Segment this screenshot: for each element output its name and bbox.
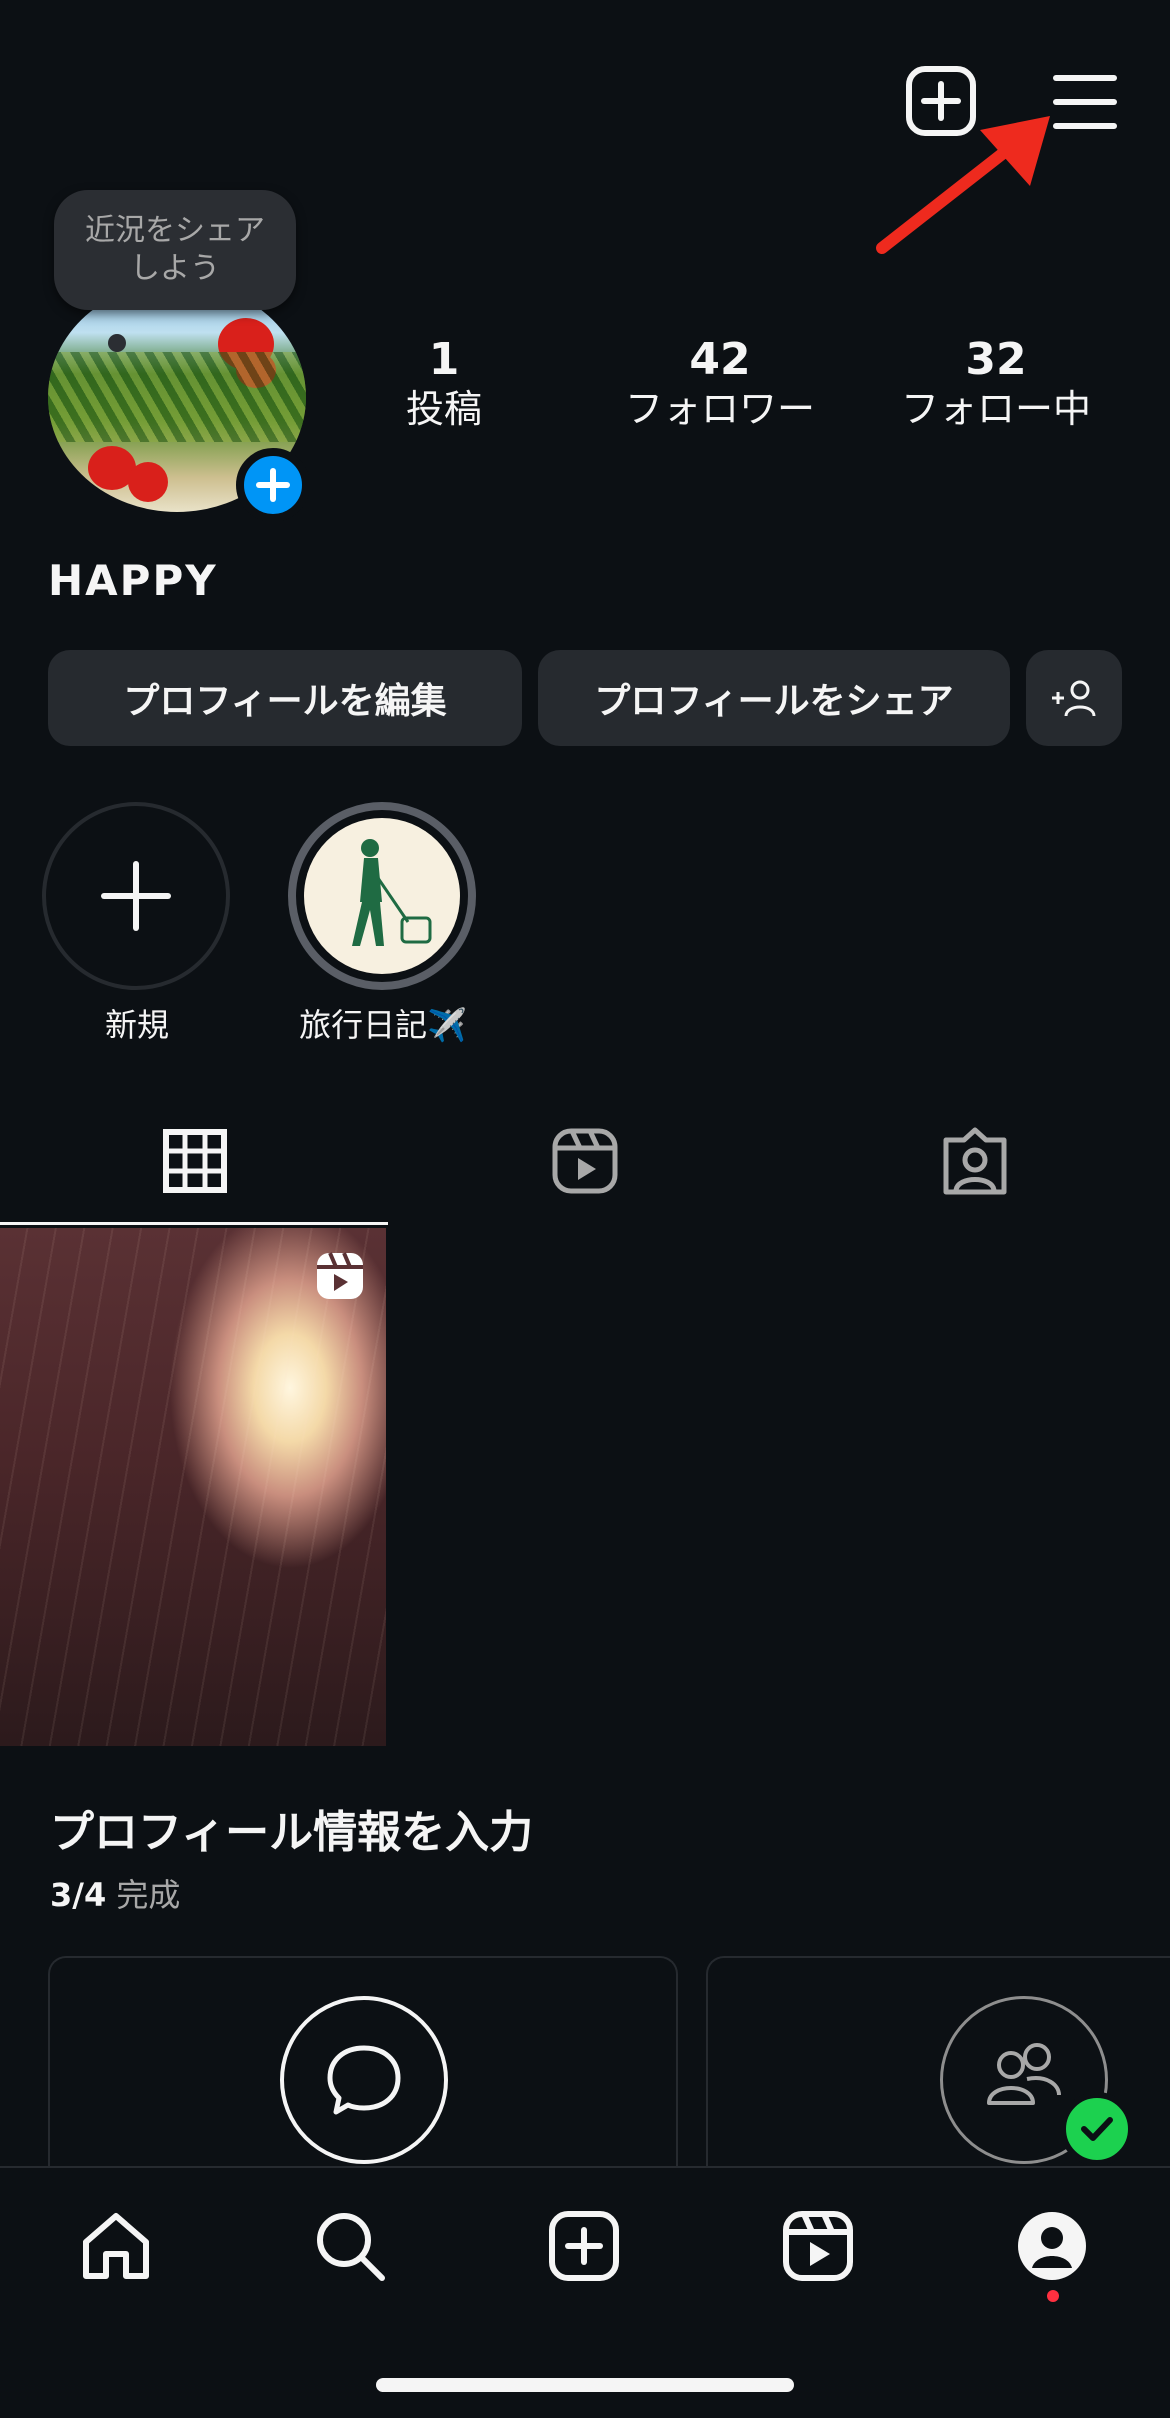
stat-posts-label: 投稿: [405, 387, 482, 431]
speech-bubble-icon: [327, 2045, 401, 2115]
completed-check-badge: [1060, 2092, 1134, 2166]
stat-followers-label: フォロワー: [624, 387, 815, 431]
profile-completion-progress: 3/4: [50, 1876, 107, 1914]
completion-card-follow[interactable]: [706, 1956, 1170, 2166]
profile-completion-status: 3/4 完成: [50, 1870, 180, 1916]
tab-posts-grid[interactable]: [160, 1126, 230, 1196]
stat-following[interactable]: 32 フォロー中: [876, 334, 1116, 432]
tab-tagged[interactable]: [940, 1126, 1010, 1196]
nav-profile[interactable]: [1014, 2208, 1090, 2284]
nav-create[interactable]: [546, 2208, 622, 2284]
edit-profile-button[interactable]: プロフィールを編集: [48, 650, 522, 746]
discover-people-button[interactable]: [1026, 650, 1122, 746]
nav-search[interactable]: [312, 2208, 388, 2284]
home-indicator: [376, 2378, 794, 2392]
nav-home[interactable]: [78, 2208, 154, 2284]
create-icon: [549, 2211, 619, 2281]
post-thumbnail[interactable]: [0, 1228, 386, 1746]
annotation-arrow: [870, 100, 1070, 260]
stat-followers-value: 42: [689, 334, 751, 385]
tagged-icon: [943, 1127, 1007, 1195]
note-bubble[interactable]: 近況をシェア しよう: [54, 190, 296, 310]
stat-followers[interactable]: 42 フォロワー: [600, 334, 840, 432]
highlight-travel-label: 旅行日記✈️: [299, 1006, 467, 1044]
active-tab-indicator: [0, 1222, 388, 1225]
profile-completion-label: 完成: [116, 1876, 181, 1914]
stat-following-value: 32: [965, 334, 1027, 385]
plus-icon: [101, 861, 171, 931]
plus-icon: [256, 468, 290, 502]
checkmark-icon: [1081, 2117, 1113, 2141]
tab-reels[interactable]: [550, 1126, 620, 1196]
highlight-new-label: 新規: [104, 1006, 169, 1044]
highlight-new[interactable]: [42, 802, 230, 990]
username: HAPPY: [48, 556, 218, 605]
profile-icon: [1018, 2212, 1086, 2280]
bio-circle: [280, 1996, 448, 2164]
grid-icon: [163, 1129, 227, 1193]
home-icon: [83, 2213, 149, 2279]
notification-dot: [1047, 2290, 1059, 2302]
add-story-button[interactable]: [236, 448, 310, 522]
reels-icon: [552, 1128, 618, 1194]
highlight-travel-cover: [304, 818, 460, 974]
share-profile-button[interactable]: プロフィールをシェア: [538, 650, 1010, 746]
stat-posts-value: 1: [428, 334, 460, 385]
search-icon: [317, 2213, 385, 2281]
add-person-icon: [1052, 680, 1096, 717]
profile-completion-title: プロフィール情報を入力: [50, 1807, 534, 1858]
completion-card-bio[interactable]: [48, 1956, 678, 2166]
nav-reels[interactable]: [780, 2208, 856, 2284]
reels-icon: [317, 1252, 363, 1299]
note-text: 近況をシェア しよう: [85, 213, 265, 286]
note-bubble-tail: [108, 334, 126, 352]
highlight-travel[interactable]: [288, 802, 476, 990]
stat-posts[interactable]: 1 投稿: [324, 334, 564, 432]
stat-following-label: フォロー中: [900, 387, 1091, 431]
reels-icon: [783, 2211, 853, 2281]
